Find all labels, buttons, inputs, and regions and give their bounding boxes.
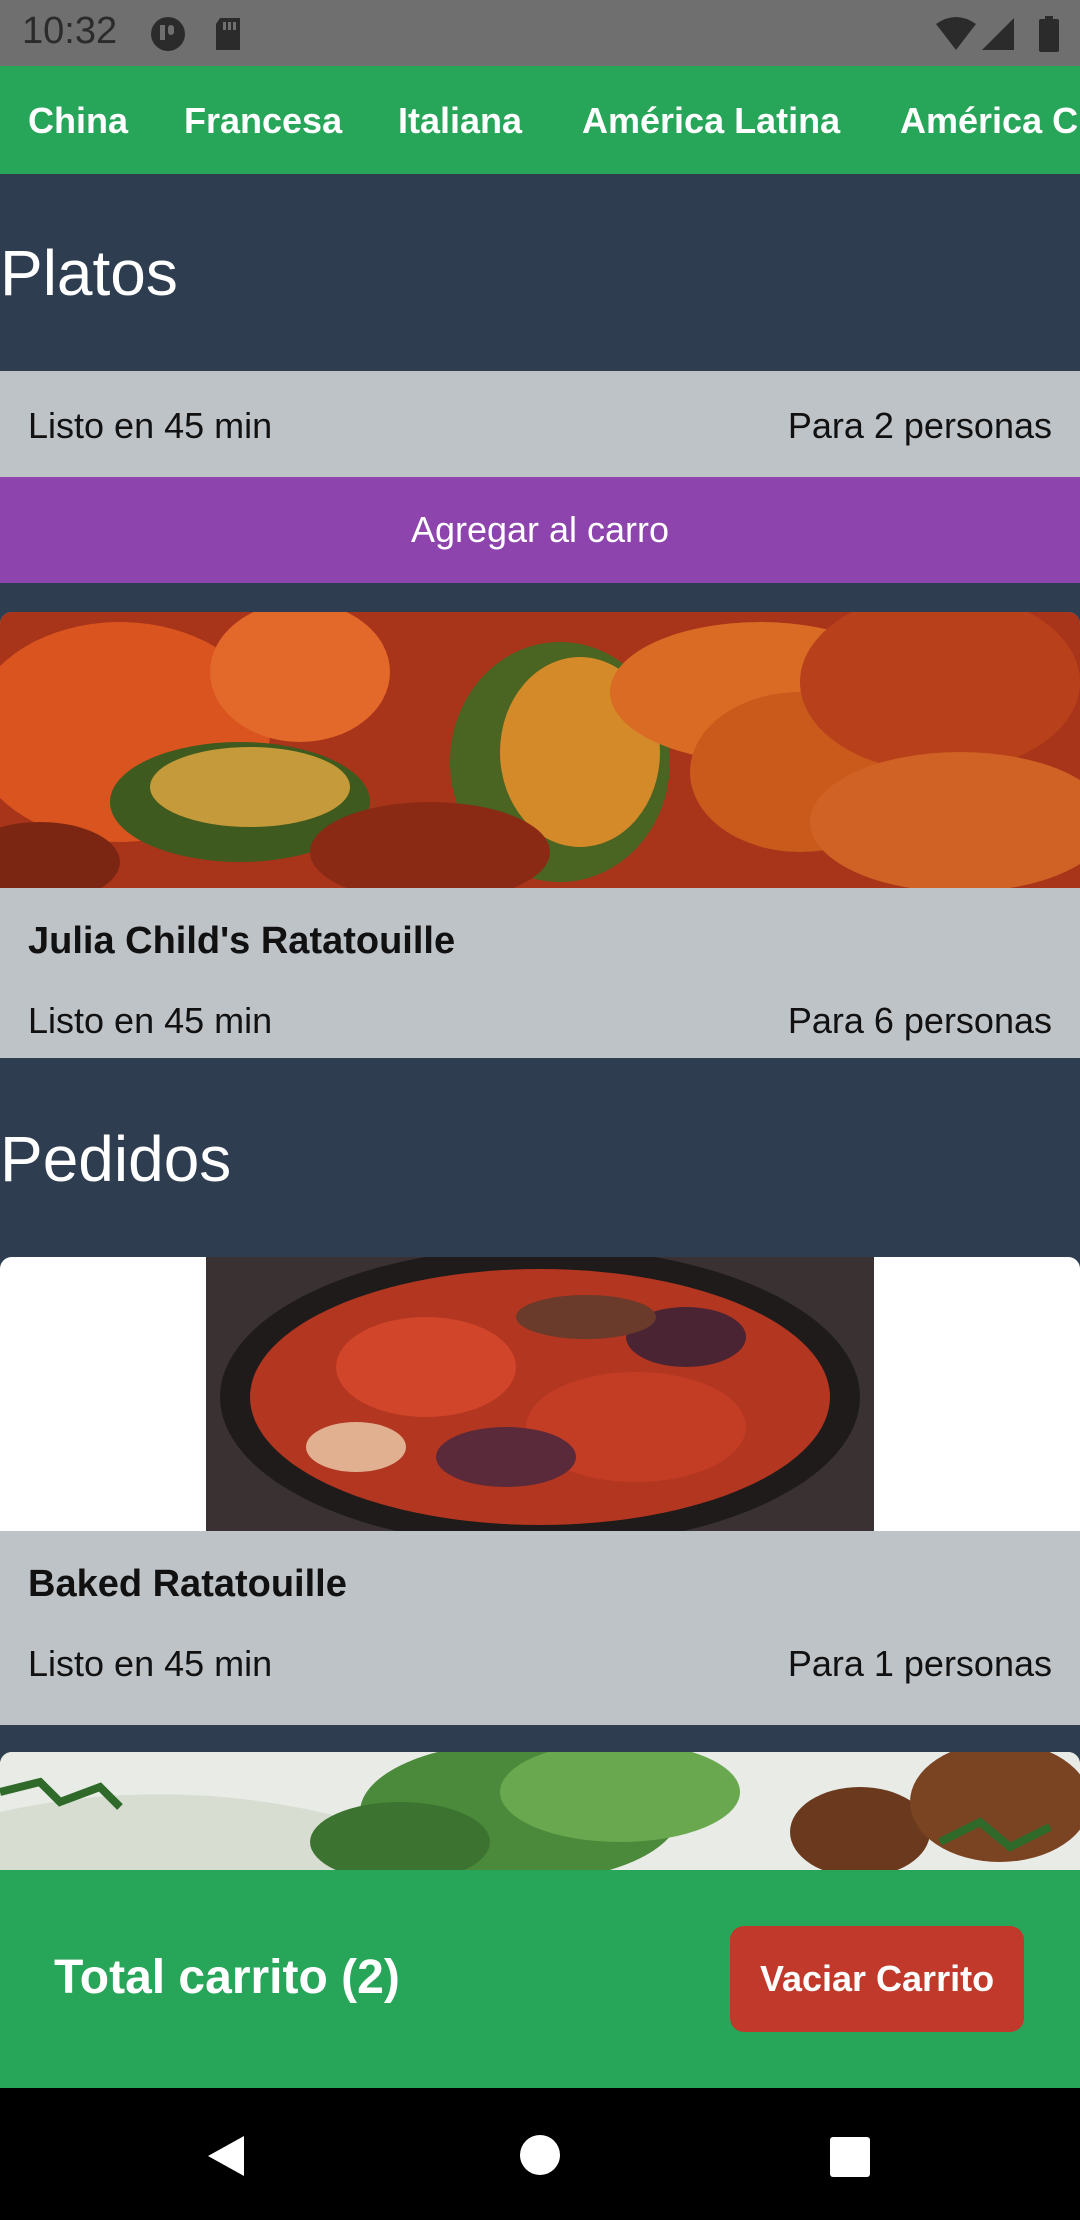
category-tab[interactable]: Italiana — [398, 100, 522, 142]
servings: Para 6 personas — [787, 1000, 1052, 1041]
order-card[interactable] — [0, 1752, 1080, 1872]
cell-signal-icon — [982, 18, 1014, 50]
dish-photo-frame — [0, 1257, 1080, 1531]
ready-time: Listo en 45 min — [28, 1643, 273, 1684]
recents-icon[interactable] — [829, 2136, 871, 2178]
section-title-pedidos: Pedidos — [0, 1123, 232, 1195]
sd-card-icon — [216, 18, 240, 50]
dish-photo — [0, 612, 1080, 888]
category-tab[interactable]: América C — [900, 100, 1078, 142]
dish-photo — [0, 1752, 1080, 1872]
order-card[interactable]: Baked Ratatouille Listo en 45 min Para 1… — [0, 1257, 1080, 1725]
ready-time: Listo en 45 min — [28, 405, 273, 446]
system-nav-bar — [0, 2088, 1080, 2220]
category-tab[interactable]: América Latina — [582, 100, 840, 142]
dish-card[interactable]: Julia Child's Ratatouille Listo en 45 mi… — [0, 612, 1080, 1058]
clear-cart-button[interactable]: Vaciar Carrito — [730, 1926, 1024, 2032]
section-title-platos: Platos — [0, 237, 178, 309]
servings: Para 2 personas — [787, 405, 1052, 446]
back-icon[interactable] — [204, 2134, 248, 2178]
battery-icon — [1039, 16, 1059, 52]
dish-photo — [206, 1257, 874, 1531]
home-icon[interactable] — [519, 2134, 561, 2176]
category-tab[interactable]: Francesa — [184, 100, 342, 142]
dish-title: Julia Child's Ratatouille — [28, 920, 456, 962]
servings: Para 1 personas — [787, 1643, 1052, 1684]
category-nav: China Francesa Italiana América Latina A… — [0, 66, 1080, 174]
status-bar: 10:32 — [0, 0, 1080, 66]
wifi-icon — [936, 17, 976, 50]
category-tab[interactable]: China — [28, 100, 128, 142]
app-notification-icon — [151, 17, 185, 51]
order-title: Baked Ratatouille — [28, 1563, 347, 1605]
add-to-cart-button[interactable]: Agregar al carro — [0, 477, 1080, 583]
cart-total: Total carrito (2) — [54, 1951, 400, 2004]
featured-meta-row: Listo en 45 min Para 2 personas — [0, 371, 1080, 477]
status-time: 10:32 — [22, 10, 118, 52]
cart-bar: Total carrito (2) Vaciar Carrito — [0, 1870, 1080, 2088]
ready-time: Listo en 45 min — [28, 1000, 273, 1041]
